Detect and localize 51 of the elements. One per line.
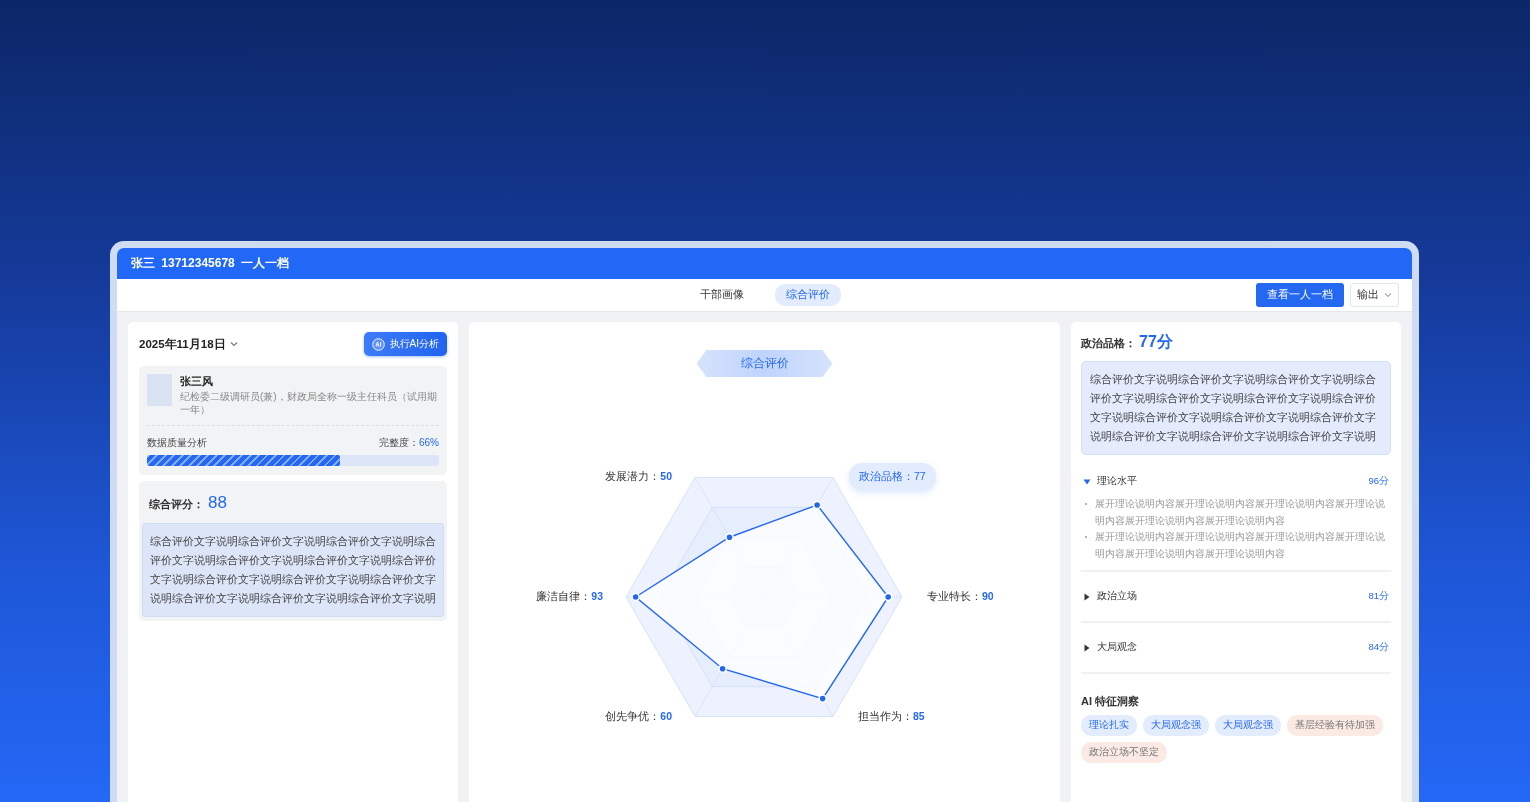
detail-point: 展开理论说明内容展开理论说明内容展开理论说明内容展开理论说明内容展开理论说明内容展开理论说明内容 — [1095, 529, 1389, 562]
ai-button-label: 执行AI分析 — [389, 337, 439, 351]
section-score: 96分 — [1368, 475, 1389, 488]
export-label: 输出 — [1357, 288, 1379, 302]
axis-label-pill[interactable]: 政治品格：77 — [849, 463, 936, 492]
axis-label: 担当作为：85 — [858, 709, 925, 724]
person-position: 纪检委二级调研员(兼)，财政局全称一级主任科员（试用期一年） — [180, 390, 438, 416]
category-score: 77分 — [1139, 332, 1173, 352]
insights-title: AI 特征洞察 — [1081, 694, 1141, 709]
data-quality-label: 数据质量分析 — [147, 436, 207, 450]
section-title: 理论水平 — [1097, 475, 1137, 488]
evaluation-text: 综合评价文字说明综合评价文字说明综合评价文字说明综合评价文字说明综合评价文字说明综合评价文字说明综合评价文字说明综合评价文字说明综合评价文字说明综合评价文字说明综合评价文字说明综合评价文字说明综合评价文字说明 — [142, 523, 444, 617]
axis-label: 创先争优：60 — [605, 709, 672, 724]
tab[interactable]: 干部画像 — [688, 284, 755, 306]
tab[interactable]: 综合评价 — [774, 284, 841, 306]
data-point-marker — [631, 592, 641, 602]
data-point-marker — [718, 664, 727, 674]
chevron-down-icon — [229, 341, 238, 347]
section-score: 84分 — [1368, 641, 1389, 654]
category-label: 政治品格： — [1081, 336, 1136, 351]
person-name: 张三风 — [180, 374, 214, 389]
section-title: 政治立场 — [1097, 590, 1137, 603]
photo-placeholder — [147, 374, 172, 406]
data-point-marker — [883, 592, 893, 602]
data-point-marker — [818, 694, 828, 703]
insight-tag: 大局观念强 — [1215, 715, 1281, 736]
window-title: 张三 13712345678 一人一档 — [117, 248, 1412, 279]
accordion-header[interactable]: 大局观念 84分 — [1083, 641, 1389, 654]
data-point-marker — [725, 532, 734, 542]
chevron-down-icon — [1384, 292, 1392, 298]
accordion-header[interactable]: 政治立场 81分 — [1083, 590, 1389, 603]
axis-label: 发展潜力：50 — [605, 470, 672, 485]
summary-text: 综合评价文字说明综合评价文字说明综合评价文字说明综合评价文字说明综合评价文字说明综合评价文字说明综合评价文字说明综合评价文字说明综合评价文字说明综合评价文字说明综合评价文字说明综合评价文字说明综合评价文字说明 — [1081, 361, 1391, 455]
section-title: 大局观念 — [1097, 641, 1137, 654]
score-label: 综合评分： — [149, 497, 204, 512]
insight-tag: 大局观念强 — [1143, 715, 1209, 736]
insight-tag: 政治立场不坚定 — [1081, 742, 1167, 763]
section-score: 81分 — [1368, 590, 1389, 603]
insight-tag: 理论扎实 — [1081, 715, 1137, 736]
ai-analysis-button[interactable]: 执行AI分析 — [363, 332, 447, 356]
section-title-banner: 综合评价 — [696, 350, 833, 377]
axis-label: 廉洁自律：93 — [536, 590, 603, 604]
insight-tag: 基层经验有待加强 — [1287, 715, 1383, 736]
detail-point: 展开理论说明内容展开理论说明内容展开理论说明内容展开理论说明内容展开理论说明内容展开理论说明内容 — [1095, 496, 1389, 529]
view-archive-button[interactable]: 查看一人一档 — [1256, 283, 1344, 307]
data-point-marker — [812, 500, 822, 510]
axis-label: 专业特长：90 — [927, 590, 994, 604]
export-dropdown[interactable]: 输出 — [1350, 283, 1399, 307]
completeness-text: 完整度：66% — [379, 436, 439, 450]
score-value: 88 — [208, 493, 227, 513]
accordion-header[interactable]: 理论水平 96分 — [1083, 475, 1389, 488]
